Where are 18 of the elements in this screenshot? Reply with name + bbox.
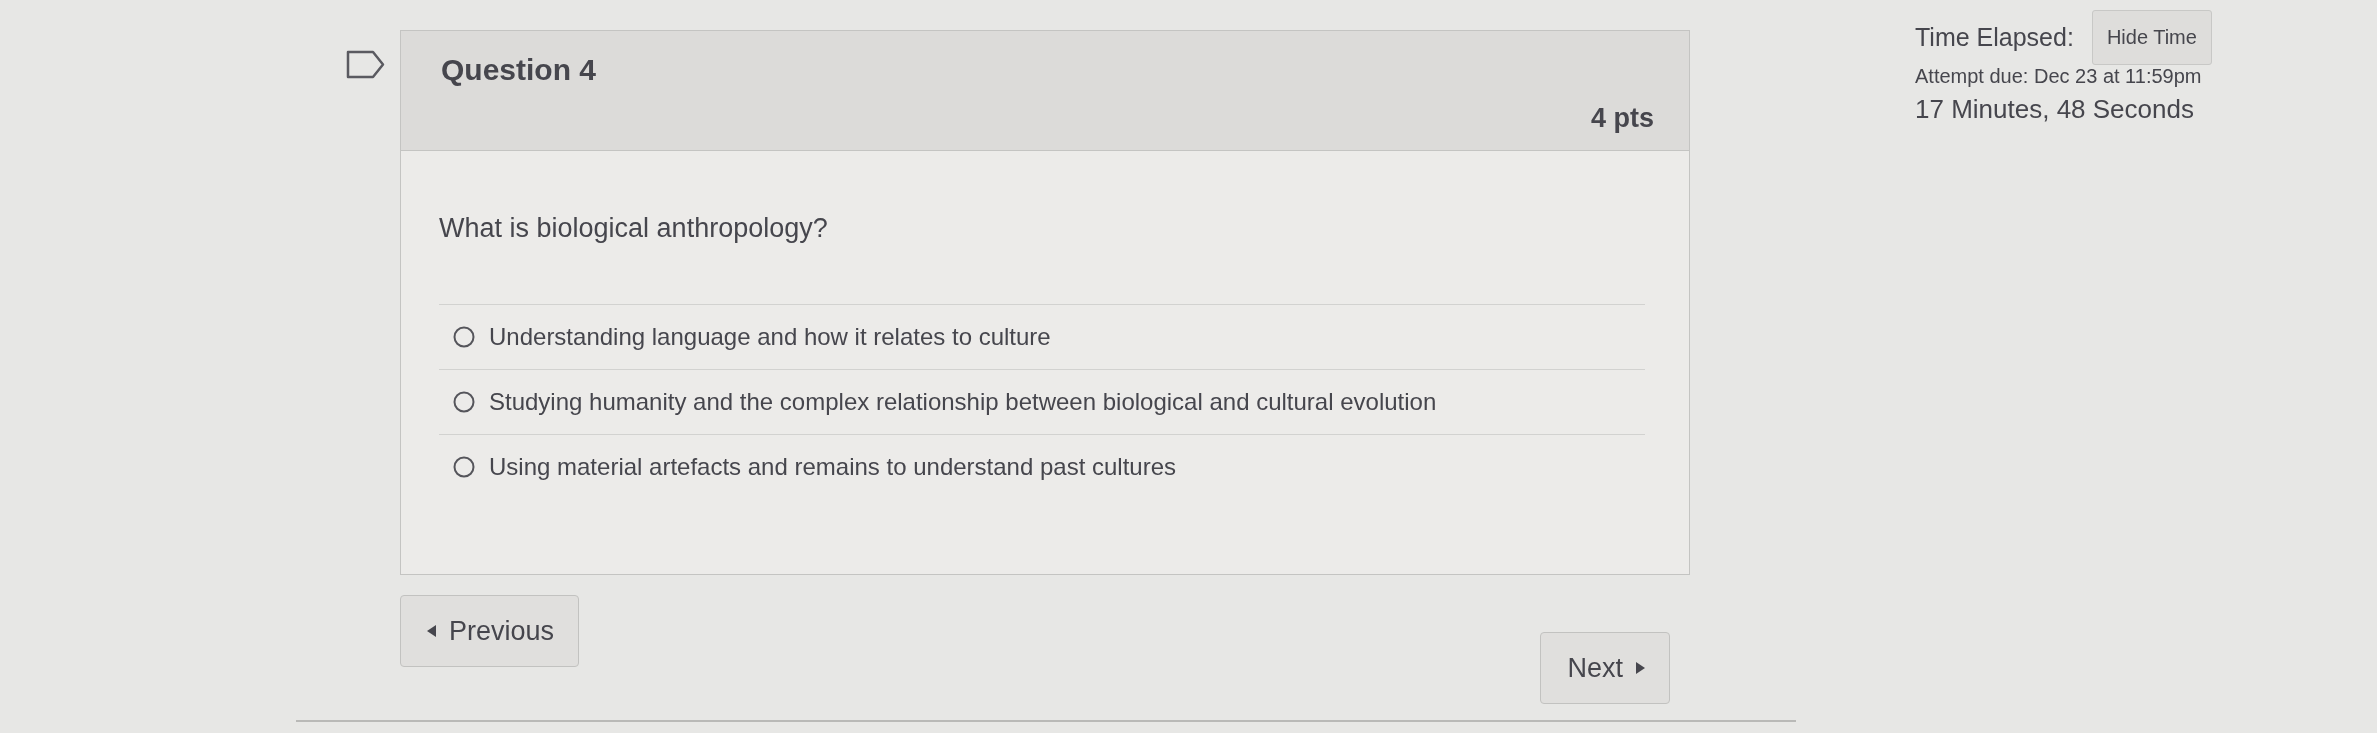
elapsed-time: 17 Minutes, 48 Seconds <box>1915 94 2195 125</box>
radio-button[interactable] <box>453 326 475 348</box>
question-points: 4 pts <box>1590 103 1654 134</box>
question-title: Question 4 <box>441 53 597 87</box>
next-button[interactable]: Next <box>1540 632 1670 704</box>
caret-left-icon <box>427 625 437 637</box>
answer-label[interactable]: Using material artefacts and remains to understand past cultures <box>489 453 1176 481</box>
question-text: What is biological anthropology? <box>439 213 828 244</box>
previous-button[interactable]: Previous <box>400 595 580 667</box>
time-elapsed-label: Time Elapsed: <box>1915 23 2074 52</box>
caret-right-icon <box>1635 662 1645 674</box>
radio-button[interactable] <box>453 391 475 413</box>
radio-button[interactable] <box>453 456 475 478</box>
answer-label[interactable]: Understanding language and how it relates to culture <box>489 323 1051 351</box>
attempt-due-text: Attempt due: Dec 23 at 11:59pm <box>1915 65 2203 88</box>
flag-icon[interactable] <box>346 50 385 79</box>
hide-time-button[interactable]: Hide Time <box>2091 10 2212 65</box>
answer-label[interactable]: Studying humanity and the complex relationship between biological and cultural evolution <box>489 388 1437 416</box>
